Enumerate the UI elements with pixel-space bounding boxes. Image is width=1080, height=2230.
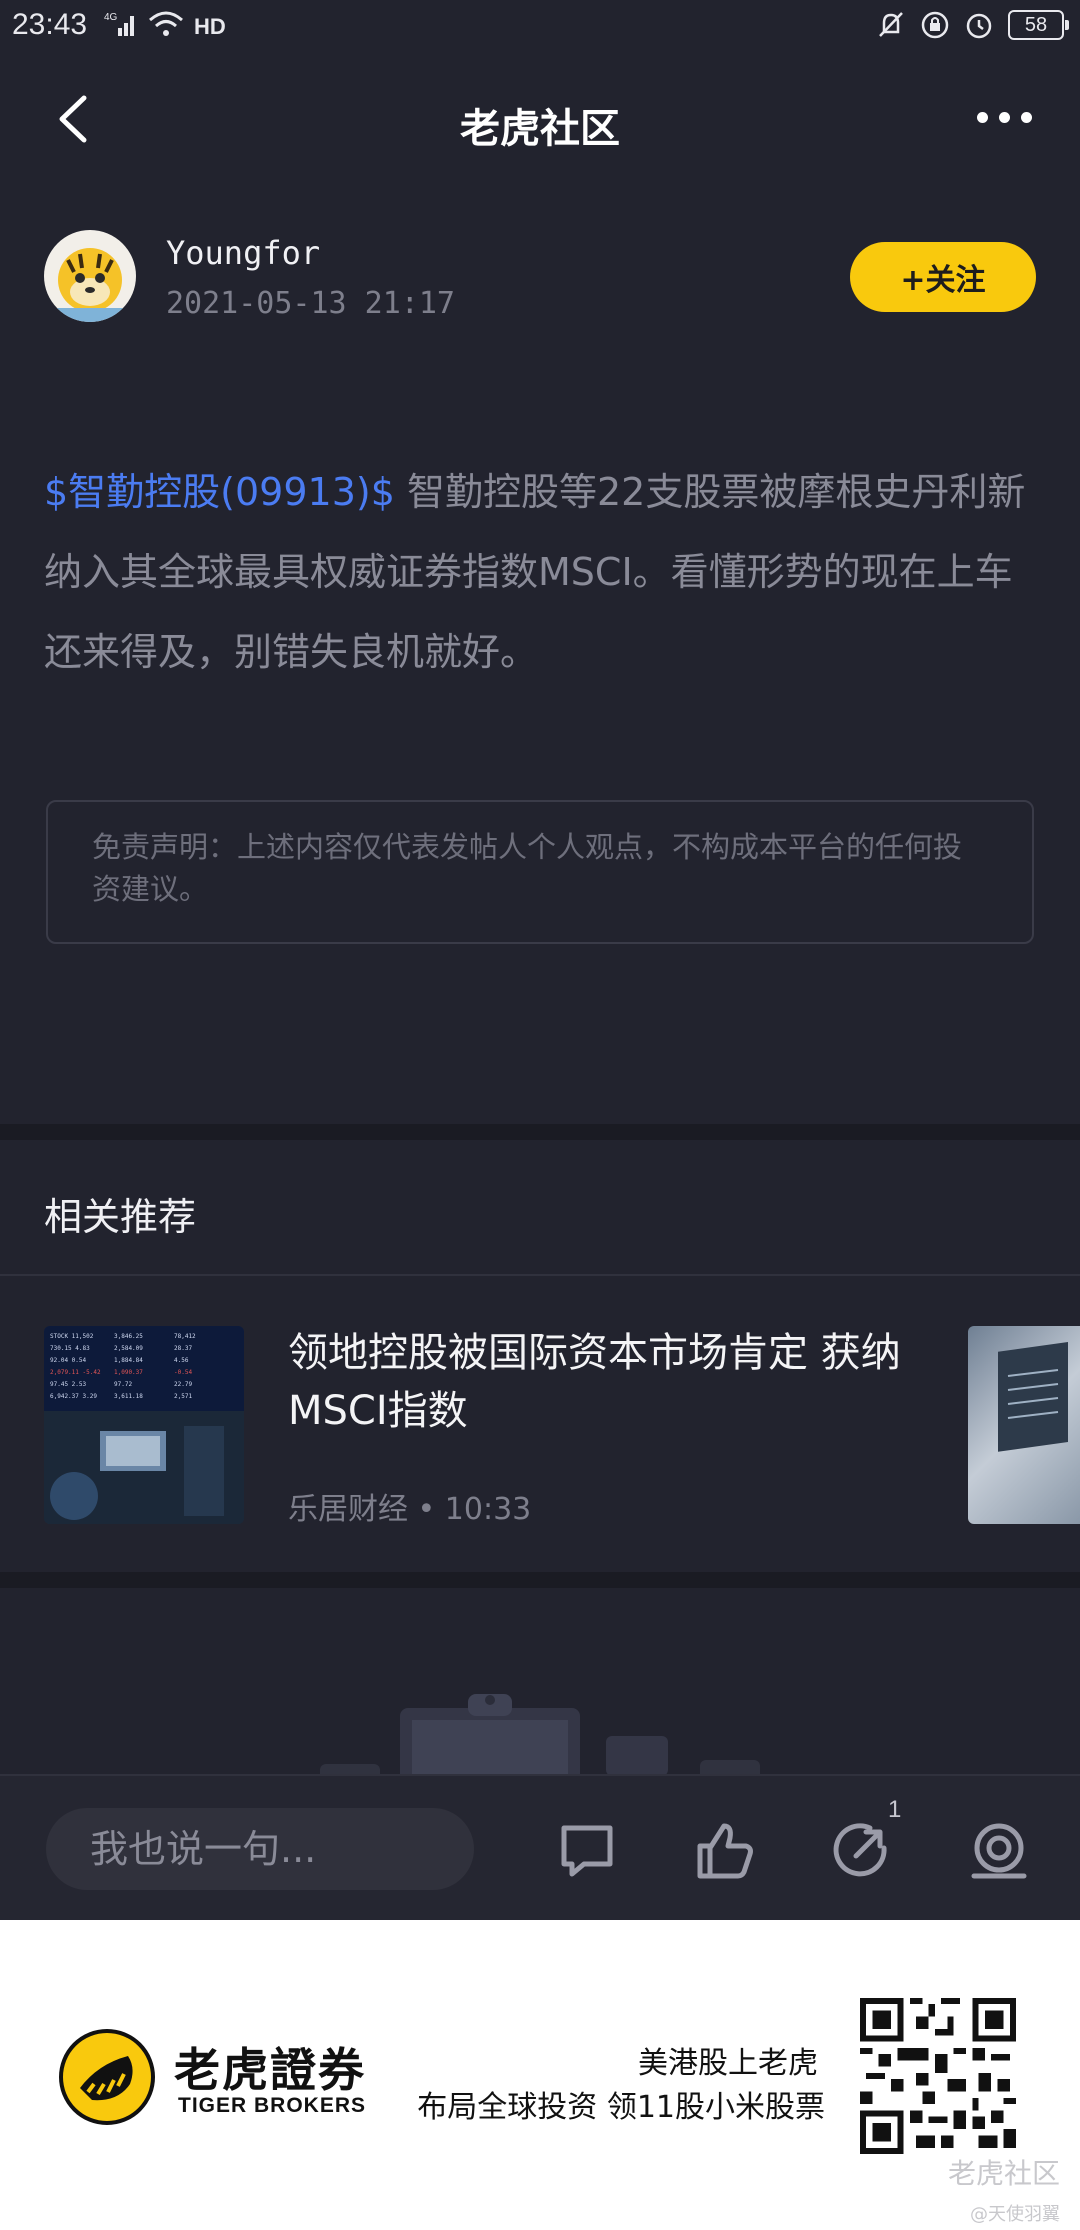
author-name[interactable]: Youngfor xyxy=(166,234,320,272)
svg-text:2,584.09: 2,584.09 xyxy=(114,1345,143,1352)
share-count-badge: 1 xyxy=(888,1796,902,1823)
slogan-line-2: 布局全球投资 领11股小米股票 xyxy=(417,2090,825,2125)
svg-text:92.04 0.54: 92.04 0.54 xyxy=(50,1357,87,1364)
svg-text:28.37: 28.37 xyxy=(174,1345,192,1352)
svg-text:4G: 4G xyxy=(104,12,118,23)
svg-text:STOCK 11,502: STOCK 11,502 xyxy=(50,1333,94,1340)
brand-name-cn: 老虎證券 xyxy=(174,2043,366,2097)
svg-text:97.72: 97.72 xyxy=(114,1381,132,1388)
comment-input[interactable]: 我也说一句... xyxy=(46,1808,474,1890)
svg-text:78,412: 78,412 xyxy=(174,1333,196,1340)
related-article-meta: 乐居财经 • 10:33 xyxy=(288,1492,532,1527)
watermark-sub: @天使羽翼 xyxy=(970,2204,1060,2225)
svg-text:97.45 2.53: 97.45 2.53 xyxy=(50,1381,87,1388)
divider-line xyxy=(0,1274,1080,1276)
avatar[interactable] xyxy=(44,230,136,322)
mute-bell-icon xyxy=(879,12,903,37)
svg-text:2,571: 2,571 xyxy=(174,1393,192,1400)
wifi-icon xyxy=(149,11,183,36)
page-title: 老虎社区 xyxy=(460,106,620,152)
section-divider xyxy=(0,1124,1080,1140)
slogan-line-1: 美港股上老虎 xyxy=(638,2046,818,2081)
qr-code-icon xyxy=(860,1998,1016,2154)
related-article-source: 乐居财经 xyxy=(288,1492,408,1527)
svg-text:3,611.18: 3,611.18 xyxy=(114,1393,143,1400)
reward-icon[interactable] xyxy=(968,1820,1030,1882)
navigation-bar: 老虎社区 xyxy=(0,60,1080,180)
svg-text:3,846.25: 3,846.25 xyxy=(114,1333,143,1340)
svg-text:1,090.37: 1,090.37 xyxy=(114,1369,143,1376)
svg-text:4.56: 4.56 xyxy=(174,1357,189,1364)
svg-text:2,079.11 -5.42: 2,079.11 -5.42 xyxy=(50,1369,101,1376)
follow-button[interactable]: +关注 xyxy=(850,242,1036,312)
post-timestamp: 2021-05-13 21:17 xyxy=(166,286,455,321)
empty-state-illustration xyxy=(320,1694,760,1774)
signal-icon: 4G xyxy=(104,12,134,36)
section-divider xyxy=(0,1572,1080,1588)
comment-action-bar: 我也说一句... 1 xyxy=(0,1774,1080,1920)
stock-board-image: STOCK 11,502 3,846.25 78,412 730.15 4.83 2,… xyxy=(44,1326,244,1524)
share-icon[interactable] xyxy=(830,1820,892,1882)
related-article-time: 10:33 xyxy=(444,1492,532,1527)
post-content: $智勤控股(09913)$ 智勤控股等22支股票被摩根史丹利新纳入其全球最具权威… xyxy=(44,452,1044,692)
brand-name-en: TIGER BROKERS xyxy=(178,2094,367,2117)
svg-text:730.15 4.83: 730.15 4.83 xyxy=(50,1345,90,1352)
more-options-icon[interactable] xyxy=(977,112,1032,123)
status-time: 23:43 xyxy=(12,8,88,41)
svg-text:1,884.84: 1,884.84 xyxy=(114,1357,143,1364)
status-bar: 23:43 4G HD 58 xyxy=(0,0,1080,56)
office-image xyxy=(998,1341,1068,1452)
battery-indicator: 58 xyxy=(1008,10,1069,40)
related-section-title: 相关推荐 xyxy=(44,1195,197,1239)
disclaimer-box: 免责声明：上述内容仅代表发帖人个人观点，不构成本平台的任何投资建议。 xyxy=(46,800,1034,944)
like-icon[interactable] xyxy=(694,1820,756,1882)
related-article-thumbnail-2[interactable] xyxy=(968,1326,1080,1524)
lock-rotation-icon xyxy=(921,11,949,39)
watermark: 老虎社区 xyxy=(947,2157,1060,2190)
tiger-brokers-logo-icon xyxy=(59,2029,155,2125)
svg-text:-0.54: -0.54 xyxy=(174,1369,192,1376)
related-article-title[interactable]: 领地控股被国际资本市场肯定 获纳MSCI指数 xyxy=(288,1324,908,1440)
alarm-icon xyxy=(966,13,992,39)
related-article-thumbnail[interactable]: STOCK 11,502 3,846.25 78,412 730.15 4.83 2,… xyxy=(44,1326,244,1524)
svg-text:6,942.37 3.29: 6,942.37 3.29 xyxy=(50,1393,97,1400)
stock-tag-link[interactable]: $智勤控股(09913)$ xyxy=(44,470,395,514)
hd-icon: HD xyxy=(194,14,226,38)
promo-footer: 老虎證券 TIGER BROKERS 美港股上老虎 布局全球投资 领11股小米股… xyxy=(0,1920,1080,2230)
svg-text:22.79: 22.79 xyxy=(174,1381,192,1388)
svg-text:HD: HD xyxy=(194,14,226,38)
comment-icon[interactable] xyxy=(556,1820,618,1882)
tiger-avatar-icon xyxy=(54,248,126,322)
